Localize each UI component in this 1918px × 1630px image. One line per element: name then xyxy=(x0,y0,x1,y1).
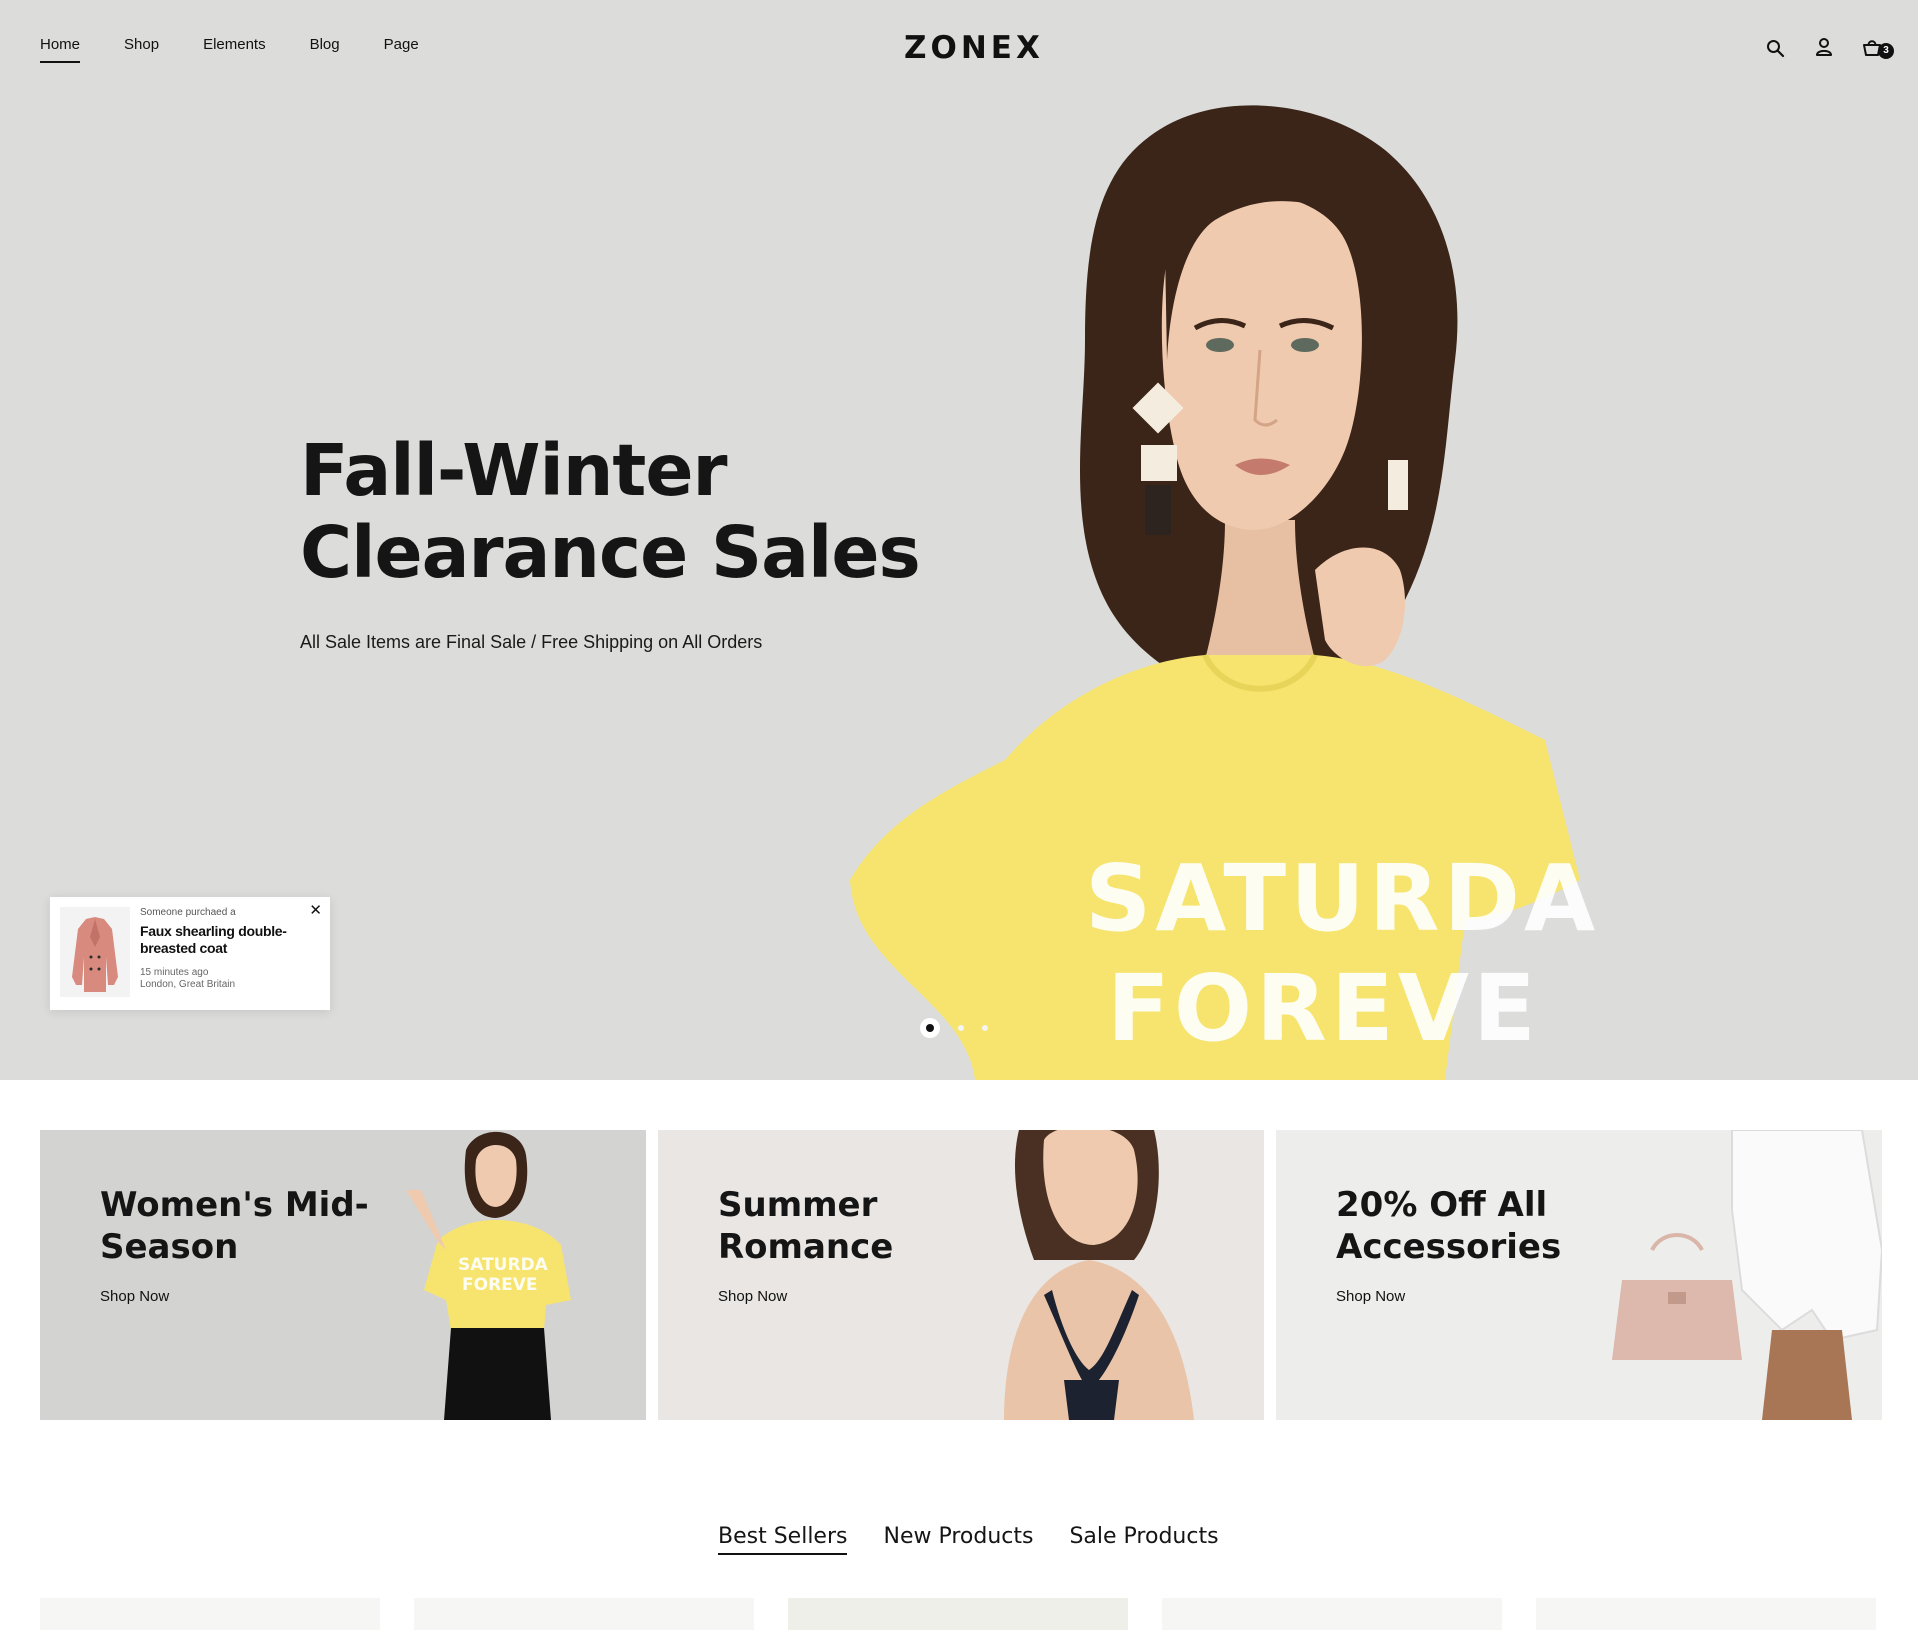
banner-model-image xyxy=(1004,1130,1194,1420)
slider-dots xyxy=(920,1018,988,1038)
tab-sale-products[interactable]: Sale Products xyxy=(1069,1524,1218,1555)
shop-now-link[interactable]: Shop Now xyxy=(718,1288,787,1305)
product-card[interactable] xyxy=(40,1598,380,1630)
coat-product-image[interactable] xyxy=(60,907,130,997)
user-icon[interactable] xyxy=(1812,36,1836,60)
product-card[interactable] xyxy=(1162,1598,1502,1630)
nav-home[interactable]: Home xyxy=(40,36,81,63)
hero-title: Fall-Winter Clearance Sales xyxy=(300,429,921,594)
slider-dot-3[interactable] xyxy=(982,1025,988,1031)
tab-new-products[interactable]: New Products xyxy=(883,1524,1033,1555)
svg-text:SATURDA: SATURDA xyxy=(458,1255,549,1275)
recent-purchase-popup: ✕ Someone purchaed a Faux shearling doub… xyxy=(50,897,330,1010)
slider-dot-1[interactable] xyxy=(920,1018,940,1038)
product-card[interactable] xyxy=(1536,1598,1876,1630)
banner-accessories[interactable]: 20% Off All Accessories Shop Now xyxy=(1276,1130,1882,1420)
product-tabs: Best Sellers New Products Sale Products xyxy=(718,1524,1219,1555)
banner-model-image xyxy=(1612,1130,1882,1420)
svg-text:FOREVE: FOREVE xyxy=(462,1275,538,1295)
product-grid xyxy=(40,1598,1876,1630)
hero-title-line-2: Clearance Sales xyxy=(300,511,921,594)
cart-count-badge: 3 xyxy=(1878,43,1894,59)
header-actions: 3 xyxy=(1764,36,1894,60)
product-card[interactable] xyxy=(788,1598,1128,1630)
nav-shop[interactable]: Shop xyxy=(124,36,159,63)
nav-blog[interactable]: Blog xyxy=(310,36,340,63)
banner-womens-mid-season[interactable]: Women's Mid-Season Shop Now SATURDA FORE… xyxy=(40,1130,646,1420)
shirt-text-1: SATURDA xyxy=(1085,845,1599,952)
hero-subtitle: All Sale Items are Final Sale / Free Shi… xyxy=(300,632,763,652)
nav-elements[interactable]: Elements xyxy=(203,36,266,63)
shop-now-link[interactable]: Shop Now xyxy=(100,1288,169,1305)
hero-title-line-1: Fall-Winter xyxy=(300,429,728,512)
close-icon[interactable]: ✕ xyxy=(309,903,322,919)
slider-dot-2[interactable] xyxy=(958,1025,964,1031)
banner-model-image: SATURDA FOREVE xyxy=(406,1131,571,1420)
banner-summer-romance[interactable]: Summer Romance Shop Now xyxy=(658,1130,1264,1420)
popup-pretext: Someone purchaed a xyxy=(140,907,236,918)
popup-product-name[interactable]: Faux shearling double-breasted coat xyxy=(140,923,310,957)
cart-button[interactable]: 3 xyxy=(1860,36,1894,60)
search-icon[interactable] xyxy=(1764,36,1788,60)
popup-location: London, Great Britain xyxy=(140,979,236,990)
popup-time: 15 minutes ago xyxy=(140,967,209,978)
main-nav: Home Shop Elements Blog Page xyxy=(40,36,463,63)
product-card[interactable] xyxy=(414,1598,754,1630)
nav-page[interactable]: Page xyxy=(384,36,419,63)
hero-slider: Home Shop Elements Blog Page ZONEX 3 Fal… xyxy=(0,0,1918,1080)
tab-best-sellers[interactable]: Best Sellers xyxy=(718,1524,848,1555)
shirt-text-2: FOREVE xyxy=(1107,955,1540,1062)
shop-now-link[interactable]: Shop Now xyxy=(1336,1288,1405,1305)
logo[interactable]: ZONEX xyxy=(904,30,1044,66)
hero-model-image: SATURDA FOREVE xyxy=(850,105,1599,1080)
